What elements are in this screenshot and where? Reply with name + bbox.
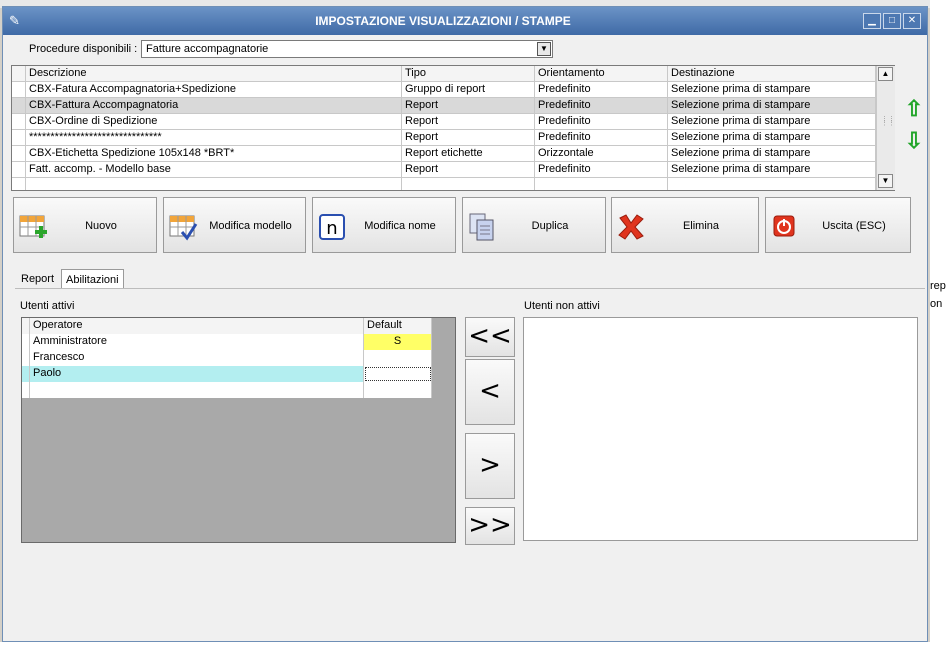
inactive-users-label: Utenti non attivi bbox=[524, 300, 600, 312]
default-flag[interactable]: S bbox=[364, 334, 432, 350]
table-header: Operatore Default bbox=[22, 318, 432, 334]
modifica-nome-label: Modifica nome bbox=[364, 220, 436, 232]
maximize-button[interactable]: □ bbox=[883, 13, 901, 29]
close-button[interactable]: ✕ bbox=[903, 13, 921, 29]
background-window-bottom bbox=[0, 642, 946, 658]
table-row-empty[interactable] bbox=[22, 382, 432, 398]
uscita-button[interactable]: Uscita (ESC) bbox=[765, 197, 911, 253]
nuovo-button[interactable]: Nuovo bbox=[13, 197, 157, 253]
procedure-label: Procedure disponibili : bbox=[29, 43, 138, 55]
scroll-up-icon[interactable]: ▲ bbox=[878, 67, 893, 81]
table-row[interactable]: CBX-Etichetta Spedizione 105x148 *BRT* R… bbox=[12, 146, 876, 162]
active-users-table: Operatore Default Amministratore S Franc… bbox=[21, 317, 456, 543]
table-row[interactable]: ******************************* Report P… bbox=[12, 130, 876, 146]
minimize-button[interactable]: ▁ bbox=[863, 13, 881, 29]
tab-abilitazioni[interactable]: Abilitazioni bbox=[61, 269, 124, 289]
table-row-empty[interactable] bbox=[12, 178, 876, 194]
modifica-modello-button[interactable]: Modifica modello bbox=[163, 197, 306, 253]
tab-divider bbox=[15, 288, 925, 289]
scroll-down-icon[interactable]: ▼ bbox=[878, 174, 893, 188]
table-header: Descrizione Tipo Orientamento Destinazio… bbox=[12, 66, 876, 82]
svg-text:n: n bbox=[326, 218, 337, 239]
move-down-icon[interactable]: ⇩ bbox=[902, 129, 926, 153]
table-row[interactable]: CBX-Ordine di Spedizione Report Predefin… bbox=[12, 114, 876, 130]
duplicate-icon bbox=[469, 213, 494, 241]
reports-scrollbar[interactable]: ▲ ⋮⋮ ⋮⋮ ▼ bbox=[876, 66, 895, 190]
move-up-icon[interactable]: ⇧ bbox=[902, 97, 926, 121]
move-all-right-button[interactable]: >> bbox=[465, 507, 515, 545]
edit-grid-icon bbox=[169, 215, 198, 241]
elimina-button[interactable]: Elimina bbox=[611, 197, 759, 253]
window-title: IMPOSTAZIONE VISUALIZZAZIONI / STAMPE bbox=[315, 14, 571, 28]
default-flag[interactable] bbox=[364, 366, 432, 382]
tab-report[interactable]: Report bbox=[17, 269, 58, 289]
move-all-left-button[interactable]: << bbox=[465, 317, 515, 357]
scroll-grip-icon[interactable]: ⋮⋮ ⋮⋮ bbox=[881, 116, 895, 138]
reports-table: Descrizione Tipo Orientamento Destinazio… bbox=[11, 65, 895, 191]
nuovo-label: Nuovo bbox=[85, 220, 117, 232]
column-header[interactable]: Destinazione bbox=[668, 66, 876, 82]
procedure-value: Fatture accompagnatorie bbox=[146, 43, 269, 55]
new-grid-icon bbox=[19, 215, 47, 238]
column-header[interactable]: Orientamento bbox=[535, 66, 668, 82]
column-header[interactable]: Default bbox=[364, 318, 432, 334]
chevron-down-icon[interactable]: ▼ bbox=[537, 42, 551, 56]
power-icon bbox=[773, 215, 795, 237]
default-flag[interactable] bbox=[364, 350, 432, 366]
column-header[interactable]: Operatore bbox=[30, 318, 364, 334]
modifica-modello-label: Modifica modello bbox=[209, 220, 292, 232]
title-bar[interactable]: ✎ IMPOSTAZIONE VISUALIZZAZIONI / STAMPE … bbox=[3, 7, 927, 35]
table-row[interactable]: Amministratore S bbox=[22, 334, 432, 350]
uscita-label: Uscita (ESC) bbox=[822, 220, 886, 232]
active-users-label: Utenti attivi bbox=[20, 300, 75, 312]
move-left-button[interactable]: < bbox=[465, 359, 515, 425]
modifica-nome-button[interactable]: n Modifica nome bbox=[312, 197, 456, 253]
table-row[interactable]: CBX-Fatura Accompagnatoria+Spedizione Gr… bbox=[12, 82, 876, 98]
table-row-selected[interactable]: Paolo bbox=[22, 366, 432, 382]
column-header[interactable]: Descrizione bbox=[26, 66, 402, 82]
table-row[interactable]: Fatt. accomp. - Modello base Report Pred… bbox=[12, 162, 876, 178]
procedure-select[interactable]: Fatture accompagnatorie ▼ bbox=[141, 40, 553, 58]
elimina-label: Elimina bbox=[682, 220, 720, 232]
background-text: on bbox=[930, 298, 943, 310]
background-window: rep on bbox=[930, 0, 946, 658]
move-right-button[interactable]: > bbox=[465, 433, 515, 499]
delete-x-icon bbox=[618, 214, 644, 240]
background-text: rep bbox=[930, 280, 946, 292]
duplica-label: Duplica bbox=[531, 220, 569, 232]
column-header[interactable]: Tipo bbox=[402, 66, 535, 82]
table-row-selected[interactable]: CBX-Fattura Accompagnatoria Report Prede… bbox=[12, 98, 876, 114]
rename-icon: n bbox=[319, 214, 345, 240]
settings-window: ✎ IMPOSTAZIONE VISUALIZZAZIONI / STAMPE … bbox=[2, 6, 928, 642]
duplica-button[interactable]: Duplica bbox=[462, 197, 606, 253]
table-row[interactable]: Francesco bbox=[22, 350, 432, 366]
inactive-users-list[interactable] bbox=[523, 317, 918, 541]
